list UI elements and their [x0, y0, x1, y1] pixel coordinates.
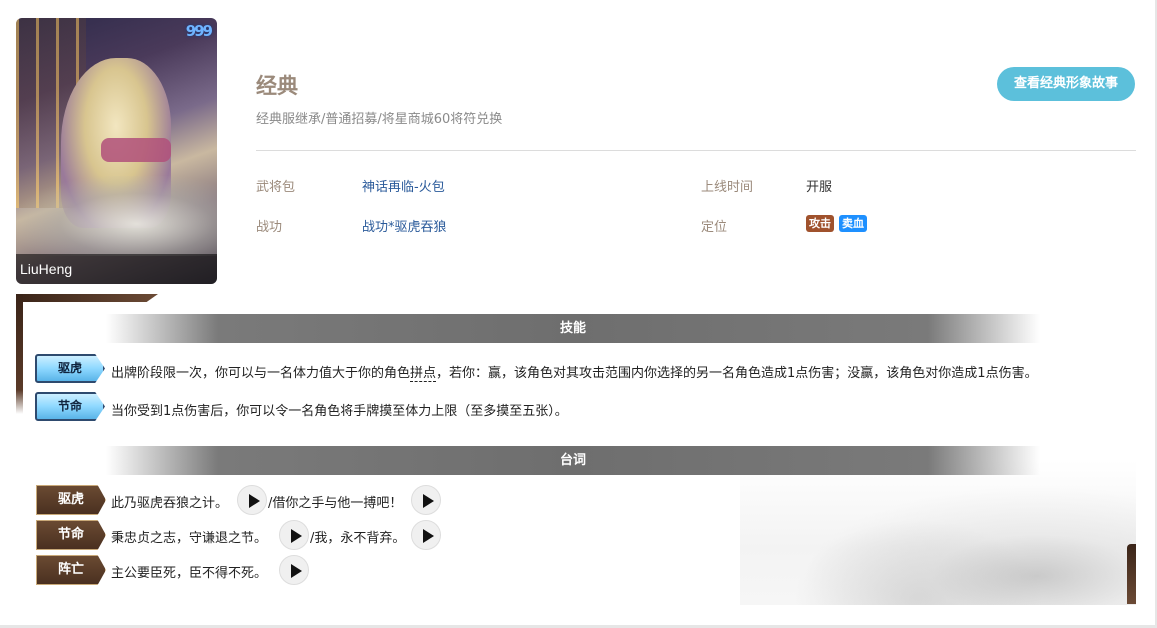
- frame-corner-left: [16, 294, 23, 414]
- role-tag-tank: 卖血: [839, 215, 867, 232]
- frame-corner-right: [1127, 544, 1136, 604]
- voice-badge-death: 阵亡: [36, 555, 106, 585]
- skill-desc-jieming: 当你受到1点伤害后，你可以令一名角色将手牌摸至体力上限（至多摸至五张）。: [111, 404, 568, 419]
- skill-badge-jieming[interactable]: 节命: [35, 392, 105, 421]
- pack-link[interactable]: 神话再临-火包: [362, 176, 445, 195]
- online-value: 开服: [806, 180, 833, 195]
- hero-portrait[interactable]: 999 LiuHeng: [16, 18, 217, 284]
- skill-desc-quhu-post: ，若你：赢，该角色对其攻击范围内你选择的另一名角色造成1点伤害；没赢，该角色对你…: [436, 366, 1038, 381]
- voice-line-jieming-2: /我，永不背弃。: [310, 531, 406, 546]
- role-label: 定位: [701, 220, 728, 235]
- play-icon[interactable]: [411, 485, 441, 515]
- skin-subtitle: 经典服继承/普通招募/将星商城60将符兑换: [256, 112, 503, 127]
- voice-line-quhu-2: /借你之手与他一搏吧！: [268, 496, 403, 511]
- skin-title: 经典: [256, 74, 298, 98]
- hero-name: LiuHeng: [20, 261, 73, 277]
- role-tag-attack: 攻击: [806, 215, 834, 232]
- frame-corner-top: [16, 294, 158, 302]
- voice-badge-quhu: 驱虎: [36, 485, 106, 515]
- voice-line-jieming-1: 秉忠贞之志，守谦退之节。: [111, 531, 268, 546]
- skill-badge-quhu[interactable]: 驱虎: [35, 354, 105, 383]
- merit-label: 战功: [256, 220, 283, 235]
- pack-label: 武将包: [256, 180, 296, 195]
- ink-mountain-scenery: [740, 460, 1136, 605]
- voice-line-quhu-1: 此乃驱虎吞狼之计。: [111, 496, 229, 511]
- view-story-button[interactable]: 查看经典形象故事: [997, 67, 1135, 101]
- play-icon[interactable]: [237, 485, 267, 515]
- term-pindian[interactable]: 拼点: [410, 366, 437, 382]
- play-icon[interactable]: [279, 520, 309, 550]
- skill-desc-quhu: 出牌阶段限一次，你可以与一名体力值大于你的角色拼点，若你：赢，该角色对其攻击范围…: [111, 362, 1038, 382]
- online-label: 上线时间: [701, 180, 754, 195]
- portrait-mist: [16, 176, 217, 256]
- lines-heading: 台词: [106, 446, 1040, 475]
- rarity-gems-icon: 999: [185, 22, 213, 40]
- voice-badge-jieming: 节命: [36, 520, 106, 550]
- merit-link[interactable]: 战功*驱虎吞狼: [362, 216, 447, 235]
- divider: [256, 150, 1136, 151]
- portrait-sash: [101, 138, 171, 162]
- play-icon[interactable]: [411, 520, 441, 550]
- voice-line-death: 主公要臣死，臣不得不死。: [111, 566, 268, 581]
- play-icon[interactable]: [279, 555, 309, 585]
- skill-desc-quhu-pre: 出牌阶段限一次，你可以与一名体力值大于你的角色: [111, 366, 411, 381]
- skills-heading: 技能: [106, 314, 1040, 343]
